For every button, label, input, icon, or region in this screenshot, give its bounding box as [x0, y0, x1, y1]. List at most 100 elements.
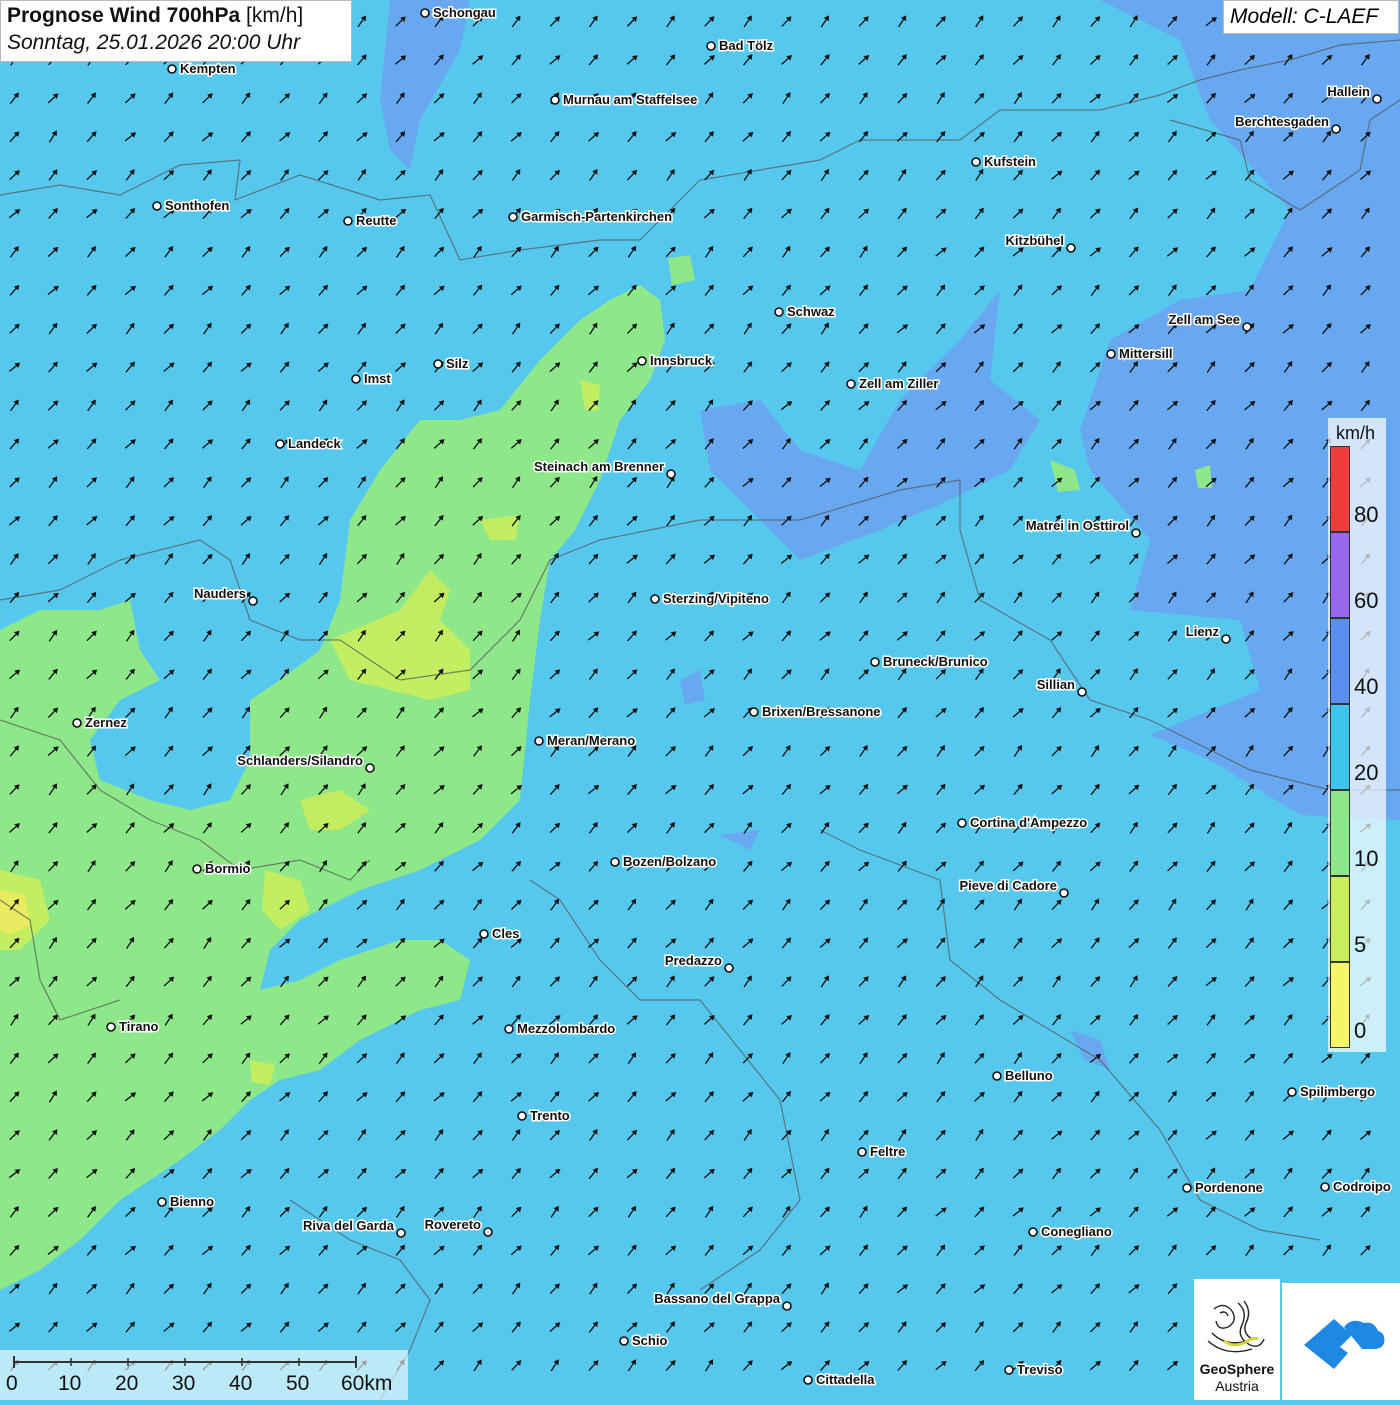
legend-tick-40: 40: [1354, 674, 1379, 699]
city-sonthofen: Sonthofen: [152, 197, 231, 215]
city-dot: [1372, 94, 1382, 104]
city-label: Silz: [446, 356, 469, 371]
city-label: Cortina d'Ampezzo: [970, 815, 1087, 830]
city-label: Riva del Garda: [303, 1218, 395, 1233]
city-dot: [152, 201, 162, 211]
city-label: Kitzbühel: [1006, 233, 1065, 248]
legend-tick-0: 0: [1354, 1018, 1367, 1043]
city-label: Sillian: [1037, 677, 1075, 692]
city-dot: [534, 736, 544, 746]
distance-scale-bar: 0 10 20 30 40 50 60km: [0, 1350, 408, 1400]
city-dot: [1320, 1182, 1330, 1192]
forecast-datetime: Sonntag, 25.01.2026 20:00 Uhr: [7, 31, 301, 54]
city-label: Zell am See: [1168, 312, 1240, 327]
city-brixen-bressanone: Brixen/Bressanone: [749, 703, 882, 721]
city-dot: [724, 963, 734, 973]
city-label: Nauders: [194, 586, 246, 601]
city-dot: [433, 359, 443, 369]
city-label: Matrei in Osttirol: [1026, 518, 1129, 533]
city-zell-am-ziller: Zell am Ziller: [846, 375, 940, 393]
city-pordenone: Pordenone: [1182, 1179, 1264, 1197]
city-sterzing-vipiteno: Sterzing/Vipiteno: [650, 590, 770, 608]
city-dot: [749, 707, 759, 717]
legend-color-2: [1330, 790, 1350, 876]
city-dot: [706, 41, 716, 51]
legend-tick-80: 80: [1354, 502, 1379, 527]
city-murnau-am-staffelsee: Murnau am Staffelsee: [550, 91, 699, 109]
city-label: Cles: [492, 926, 519, 941]
city-dot: [870, 657, 880, 667]
city-dot: [1242, 322, 1252, 332]
city-label: Bassano del Grappa: [654, 1291, 780, 1306]
map-title-unit: [km/h]: [246, 4, 304, 27]
city-label: Mezzolombardo: [517, 1021, 615, 1036]
city-dot: [1059, 888, 1069, 898]
legend-color-5: [1330, 532, 1350, 618]
city-dot: [479, 929, 489, 939]
map-title-main: Prognose Wind 700hPa: [7, 4, 241, 27]
city-label: Brixen/Bressanone: [762, 704, 881, 719]
city-label: Imst: [364, 371, 391, 386]
city-dot: [846, 379, 856, 389]
city-conegliano: Conegliano: [1028, 1223, 1113, 1241]
city-dot: [971, 157, 981, 167]
city-label: Rovereto: [425, 1217, 481, 1232]
city-garmisch-partenkirchen: Garmisch-Partenkirchen: [508, 208, 674, 226]
legend-color-6: [1330, 446, 1350, 532]
app-logo[interactable]: [1282, 1283, 1400, 1400]
city-dot: [1131, 528, 1141, 538]
city-label: Kempten: [180, 61, 236, 76]
scale-label-60km: 60km: [341, 1372, 393, 1395]
wind-map: Schongau Bad Tölz Kempten Murnau am Staffel…: [0, 0, 1400, 1400]
city-label: Spilimbergo: [1300, 1084, 1375, 1099]
city-label: Sonthofen: [165, 198, 229, 213]
city-label: Bormio: [205, 861, 251, 876]
city-dot: [857, 1147, 867, 1157]
legend-tick-20: 20: [1354, 760, 1379, 785]
scale-label-10: 10: [58, 1372, 82, 1395]
legend-color-bar: [1330, 446, 1350, 1048]
city-spilimbergo: Spilimbergo: [1287, 1083, 1377, 1101]
legend-unit: km/h: [1336, 423, 1376, 443]
city-dot: [508, 212, 518, 222]
city-label: Cittadella: [816, 1372, 875, 1387]
city-dot: [1004, 1365, 1014, 1375]
city-label: Sterzing/Vipiteno: [663, 591, 769, 606]
city-dot: [619, 1336, 629, 1346]
city-label: Landeck: [288, 436, 342, 451]
city-dot: [517, 1111, 527, 1121]
legend-color-0: [1330, 962, 1350, 1048]
scale-label-40: 40: [229, 1372, 253, 1395]
city-schongau: Schongau: [420, 4, 497, 22]
city-label: Trento: [530, 1108, 570, 1123]
city-mezzolombardo: Mezzolombardo: [504, 1020, 617, 1038]
city-dot: [483, 1227, 493, 1237]
legend-color-3: [1330, 704, 1350, 790]
city-label: Murnau am Staffelsee: [563, 92, 697, 107]
scale-label-50: 50: [286, 1372, 310, 1395]
geosphere-logo[interactable]: GeoSphere Austria: [1194, 1279, 1280, 1400]
city-dot: [275, 439, 285, 449]
city-bruneck-brunico: Bruneck/Brunico: [870, 653, 989, 671]
city-dot: [666, 469, 676, 479]
city-dot: [192, 864, 202, 874]
city-dot: [248, 596, 258, 606]
city-dot: [167, 64, 177, 74]
city-label: Reutte: [356, 213, 396, 228]
city-dot: [157, 1197, 167, 1207]
city-label: Bozen/Bolzano: [623, 854, 716, 869]
geosphere-name: GeoSphere: [1199, 1361, 1275, 1377]
city-label: Steinach am Brenner: [534, 459, 664, 474]
city-label: Tirano: [119, 1019, 159, 1034]
city-dot: [343, 216, 353, 226]
legend-tick-60: 60: [1354, 588, 1379, 613]
geosphere-country: Austria: [1215, 1378, 1259, 1394]
city-bozen-bolzano: Bozen/Bolzano: [610, 853, 718, 871]
city-dot: [365, 763, 375, 773]
city-dot: [1066, 243, 1076, 253]
city-cortina-d-ampezzo: Cortina d'Ampezzo: [957, 814, 1089, 832]
city-label: Berchtesgaden: [1235, 114, 1329, 129]
city-dot: [803, 1375, 813, 1385]
city-dot: [1287, 1087, 1297, 1097]
scale-bar-line: [13, 1356, 357, 1368]
